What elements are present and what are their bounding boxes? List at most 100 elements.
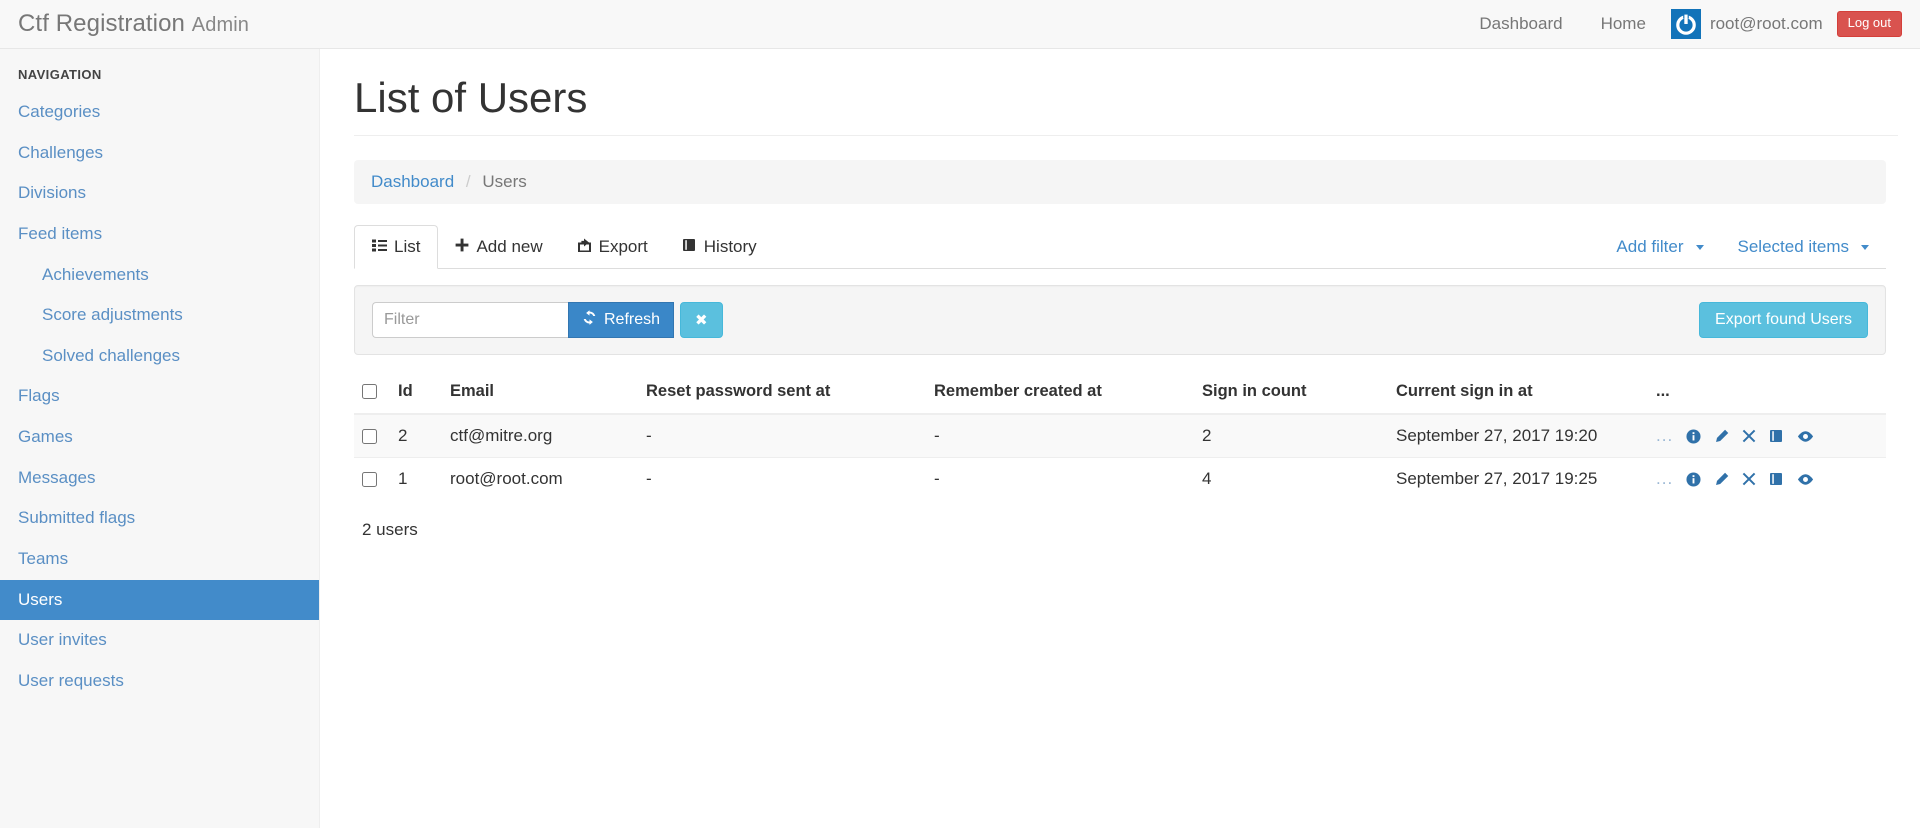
row-checkbox[interactable] bbox=[362, 429, 377, 445]
tab-history-label: History bbox=[703, 237, 757, 257]
tab-export[interactable]: Export bbox=[560, 226, 665, 268]
filter-panel: Refresh ✖ Export found Users bbox=[354, 285, 1886, 356]
row-select-cell bbox=[354, 457, 390, 501]
sidebar-item-divisions[interactable]: Divisions bbox=[0, 173, 319, 214]
filter-input-group: Refresh bbox=[372, 302, 675, 339]
tab-bar-right: Add filter Selected items bbox=[1599, 226, 1886, 268]
edit-pencil-icon[interactable] bbox=[1714, 472, 1729, 487]
header-sign-in-count[interactable]: Sign in count bbox=[1194, 373, 1388, 416]
sidebar-item-flags[interactable]: Flags bbox=[0, 376, 319, 417]
refresh-button-label: Refresh bbox=[604, 311, 661, 329]
info-icon[interactable] bbox=[1686, 429, 1701, 444]
nav-link-dashboard[interactable]: Dashboard bbox=[1460, 14, 1581, 34]
tab-bar: List Add new Export History Add filter S… bbox=[354, 225, 1886, 270]
sidebar: NAVIGATION Categories Challenges Divisio… bbox=[0, 49, 320, 828]
cell-actions: ... bbox=[1648, 413, 1886, 458]
tab-list[interactable]: List bbox=[354, 225, 439, 270]
table-row: 1 root@root.com - - 4 September 27, 2017… bbox=[354, 457, 1886, 501]
users-table-wrapper: Id Email Reset password sent at Remember… bbox=[354, 373, 1886, 501]
selected-items-dropdown[interactable]: Selected items bbox=[1721, 226, 1887, 268]
users-table-body: 2 ctf@mitre.org - - 2 September 27, 2017… bbox=[354, 413, 1886, 501]
add-filter-dropdown[interactable]: Add filter bbox=[1599, 226, 1720, 268]
users-table-head: Id Email Reset password sent at Remember… bbox=[354, 373, 1886, 416]
sidebar-item-challenges[interactable]: Challenges bbox=[0, 133, 319, 174]
info-icon[interactable] bbox=[1686, 472, 1701, 487]
delete-x-icon[interactable] bbox=[1742, 472, 1756, 486]
breadcrumb: Dashboard / Users bbox=[354, 160, 1886, 205]
row-actions-overflow[interactable]: ... bbox=[1656, 426, 1673, 446]
list-icon bbox=[372, 236, 387, 258]
sidebar-header: NAVIGATION bbox=[18, 67, 102, 82]
sidebar-item-submitted-flags[interactable]: Submitted flags bbox=[0, 498, 319, 539]
cell-current-sign-in-at: September 27, 2017 19:25 bbox=[1388, 457, 1648, 501]
sidebar-item-users[interactable]: Users bbox=[0, 579, 319, 621]
close-icon: ✖ bbox=[695, 312, 708, 330]
header-remember-created-at[interactable]: Remember created at bbox=[926, 373, 1194, 416]
breadcrumb-link-dashboard[interactable]: Dashboard bbox=[371, 172, 454, 191]
brand-main: Ctf Registration bbox=[18, 10, 185, 37]
logout-button[interactable]: Log out bbox=[1836, 11, 1902, 37]
refresh-icon bbox=[582, 310, 597, 330]
sidebar-item-user-requests[interactable]: User requests bbox=[0, 661, 319, 702]
row-checkbox[interactable] bbox=[362, 472, 377, 488]
clear-filter-button[interactable]: ✖ bbox=[680, 302, 723, 339]
cell-reset-password-sent-at: - bbox=[638, 457, 926, 501]
row-actions-overflow[interactable]: ... bbox=[1656, 469, 1673, 489]
navbar-right-group: Dashboard Home root@root.com Log out bbox=[1460, 9, 1920, 39]
cell-remember-created-at: - bbox=[926, 457, 1194, 501]
export-found-users-button[interactable]: Export found Users bbox=[1699, 302, 1868, 339]
delete-x-icon[interactable] bbox=[1742, 429, 1756, 443]
header-actions: ... bbox=[1648, 373, 1886, 416]
row-select-cell bbox=[354, 413, 390, 458]
header-current-sign-in-at[interactable]: Current sign in at bbox=[1388, 373, 1648, 416]
breadcrumb-current: Users bbox=[482, 172, 527, 192]
plus-icon bbox=[455, 236, 469, 258]
sidebar-item-solved-challenges[interactable]: Solved challenges bbox=[0, 336, 319, 377]
cell-reset-password-sent-at: - bbox=[638, 413, 926, 458]
refresh-button[interactable]: Refresh bbox=[568, 302, 675, 339]
select-all-checkbox[interactable] bbox=[362, 384, 377, 400]
header-id[interactable]: Id bbox=[390, 373, 442, 416]
cell-sign-in-count: 4 bbox=[1194, 457, 1388, 501]
cell-current-sign-in-at: September 27, 2017 19:20 bbox=[1388, 413, 1648, 458]
sidebar-item-score-adjustments[interactable]: Score adjustments bbox=[0, 295, 319, 336]
header-reset-password-sent-at[interactable]: Reset password sent at bbox=[638, 373, 926, 416]
table-header-row: Id Email Reset password sent at Remember… bbox=[354, 373, 1886, 416]
cell-id: 1 bbox=[390, 457, 442, 501]
sidebar-item-feed-items[interactable]: Feed items bbox=[0, 214, 319, 255]
tab-history[interactable]: History bbox=[665, 226, 774, 268]
app-brand[interactable]: Ctf Registration Admin bbox=[18, 10, 249, 38]
sidebar-item-user-invites[interactable]: User invites bbox=[0, 620, 319, 661]
power-icon bbox=[1670, 9, 1701, 39]
users-table: Id Email Reset password sent at Remember… bbox=[354, 373, 1886, 501]
sidebar-item-games[interactable]: Games bbox=[0, 417, 319, 458]
edit-pencil-icon[interactable] bbox=[1714, 429, 1729, 444]
tab-add-new[interactable]: Add new bbox=[438, 226, 559, 268]
history-book-icon[interactable] bbox=[1769, 429, 1784, 443]
export-icon bbox=[577, 236, 592, 258]
selected-items-label: Selected items bbox=[1737, 237, 1850, 257]
chevron-down-icon bbox=[1695, 244, 1704, 250]
show-eye-icon[interactable] bbox=[1797, 473, 1814, 486]
tab-export-label: Export bbox=[598, 237, 648, 257]
sidebar-item-achievements[interactable]: Achievements bbox=[0, 255, 319, 296]
cell-id: 2 bbox=[390, 413, 442, 458]
sidebar-item-teams[interactable]: Teams bbox=[0, 539, 319, 580]
navbar-user[interactable]: root@root.com bbox=[1665, 9, 1837, 39]
chevron-down-icon bbox=[1861, 244, 1869, 250]
cell-sign-in-count: 2 bbox=[1194, 413, 1388, 458]
sidebar-item-categories[interactable]: Categories bbox=[0, 92, 319, 133]
search-input[interactable] bbox=[372, 302, 568, 339]
tab-add-new-label: Add new bbox=[476, 237, 543, 257]
header-email[interactable]: Email bbox=[442, 373, 638, 416]
select-all-header bbox=[354, 373, 390, 416]
cell-email: root@root.com bbox=[442, 457, 638, 501]
add-filter-label: Add filter bbox=[1616, 237, 1684, 257]
history-book-icon[interactable] bbox=[1769, 472, 1784, 486]
book-icon bbox=[682, 236, 697, 258]
navbar-user-email: root@root.com bbox=[1709, 14, 1823, 33]
sidebar-item-messages[interactable]: Messages bbox=[0, 458, 319, 499]
nav-link-home[interactable]: Home bbox=[1582, 14, 1665, 34]
show-eye-icon[interactable] bbox=[1797, 430, 1814, 443]
tab-list-label: List bbox=[394, 237, 421, 257]
